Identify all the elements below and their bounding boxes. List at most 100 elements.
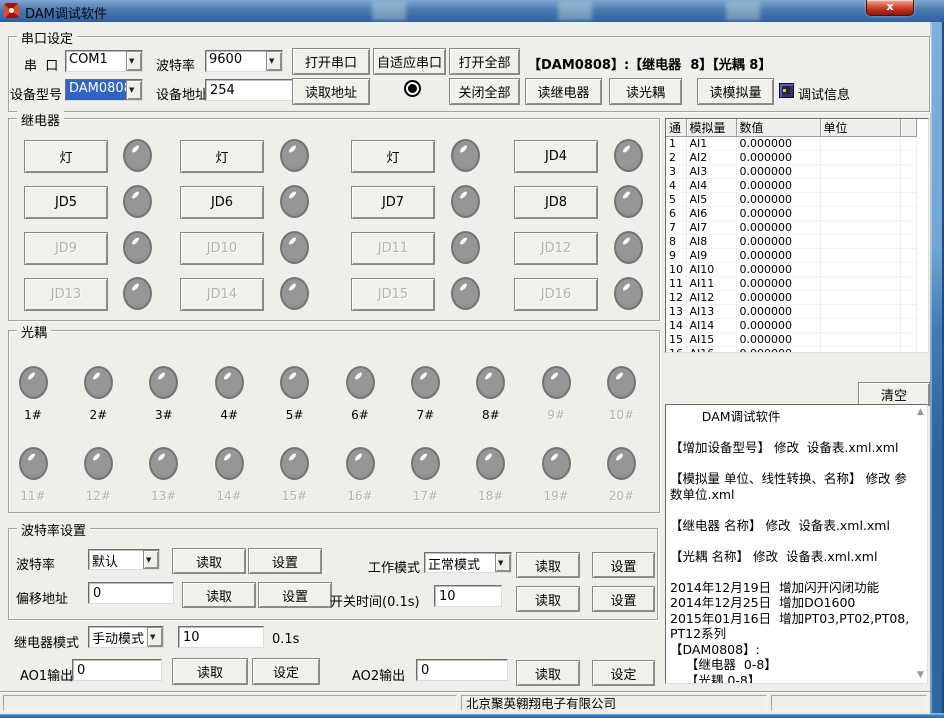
baud-set-button[interactable]: 设置 bbox=[248, 548, 322, 574]
ao1-read-button[interactable]: 读取 bbox=[172, 658, 248, 685]
ao2-set-button[interactable]: 设定 bbox=[592, 660, 655, 686]
analog-col-header-2[interactable]: 数值 bbox=[736, 119, 820, 137]
read-analog-button[interactable]: 读模拟量 bbox=[697, 78, 774, 105]
ao1-input[interactable] bbox=[72, 659, 162, 681]
ao2-read-button[interactable]: 读取 bbox=[516, 660, 580, 686]
table-cell: AI13 bbox=[686, 305, 736, 319]
device-address-input[interactable] bbox=[205, 79, 297, 101]
device-model-combo-value: DAM0808 bbox=[66, 80, 126, 100]
table-cell bbox=[820, 235, 900, 249]
auto-adapt-port-button[interactable]: 自适应串口 bbox=[373, 48, 446, 75]
opto-indicator-9 bbox=[542, 366, 571, 399]
chevron-down-icon[interactable] bbox=[143, 550, 159, 569]
work-mode-set-button[interactable]: 设置 bbox=[592, 552, 655, 578]
relay-button-3[interactable]: 灯 bbox=[351, 140, 435, 173]
table-row[interactable]: 9AI90.000000 bbox=[666, 249, 916, 263]
table-row[interactable]: 13AI130.000000 bbox=[666, 305, 916, 319]
debug-info-label[interactable]: 调试信息 bbox=[798, 84, 850, 103]
read-address-button[interactable]: 读取地址 bbox=[292, 78, 370, 105]
offset-address-input[interactable] bbox=[88, 582, 174, 604]
opto-group-title: 光耦 bbox=[17, 322, 51, 341]
relay-button-6[interactable]: JD6 bbox=[180, 186, 264, 219]
relay-button-7[interactable]: JD7 bbox=[351, 186, 435, 219]
relay-button-2[interactable]: 灯 bbox=[180, 140, 264, 173]
relay-button-5[interactable]: JD5 bbox=[24, 186, 108, 219]
opto-label-5: 5# bbox=[273, 408, 317, 422]
analog-col-header-4[interactable] bbox=[900, 119, 916, 137]
table-cell: 13 bbox=[666, 305, 686, 319]
table-row[interactable]: 5AI50.000000 bbox=[666, 193, 916, 207]
baudrate-combo[interactable]: 9600 bbox=[205, 50, 283, 72]
scroll-up-icon[interactable] bbox=[915, 407, 926, 418]
port-combo[interactable]: COM1 bbox=[65, 50, 143, 72]
relay-button-8[interactable]: JD8 bbox=[514, 186, 598, 219]
table-cell: 11 bbox=[666, 277, 686, 291]
baud-settings-group-title: 波特率设置 bbox=[17, 520, 90, 539]
work-mode-read-button[interactable]: 读取 bbox=[516, 552, 580, 578]
analog-table[interactable]: 通模拟量数值单位 1AI10.0000002AI20.0000003AI30.0… bbox=[666, 119, 917, 353]
opto-indicator-12 bbox=[84, 447, 113, 480]
switch-time-input[interactable] bbox=[434, 585, 502, 607]
table-cell: 2 bbox=[666, 151, 686, 165]
table-cell bbox=[820, 221, 900, 235]
opto-label-1: 1# bbox=[11, 408, 55, 422]
table-row[interactable]: 16AI160.000000 bbox=[666, 347, 916, 354]
table-row[interactable]: 1AI10.000000 bbox=[666, 137, 916, 151]
table-row[interactable]: 11AI110.000000 bbox=[666, 277, 916, 291]
table-cell: AI16 bbox=[686, 347, 736, 354]
table-row[interactable]: 12AI120.000000 bbox=[666, 291, 916, 305]
device-model-combo[interactable]: DAM0808 bbox=[65, 79, 143, 101]
open-port-button[interactable]: 打开串口 bbox=[292, 48, 370, 75]
chevron-down-icon[interactable] bbox=[126, 51, 142, 71]
opto-label-20: 20# bbox=[600, 489, 644, 503]
relay-button-4[interactable]: JD4 bbox=[514, 140, 598, 173]
clear-button[interactable]: 清空 bbox=[858, 382, 930, 406]
chevron-down-icon[interactable] bbox=[147, 627, 163, 647]
offset-set-button[interactable]: 设置 bbox=[258, 582, 332, 608]
table-cell: 14 bbox=[666, 319, 686, 333]
table-row[interactable]: 8AI80.000000 bbox=[666, 235, 916, 249]
work-mode-combo[interactable]: 正常模式 bbox=[424, 552, 512, 573]
chevron-down-icon[interactable] bbox=[126, 80, 142, 100]
table-row[interactable]: 15AI150.000000 bbox=[666, 333, 916, 347]
relay-indicator-7 bbox=[451, 185, 480, 218]
relay-mode-combo[interactable]: 手动模式 bbox=[88, 626, 164, 648]
scroll-down-icon[interactable] bbox=[915, 670, 926, 681]
read-relay-button[interactable]: 读继电器 bbox=[525, 78, 602, 105]
table-cell: AI12 bbox=[686, 291, 736, 305]
analog-col-header-3[interactable]: 单位 bbox=[820, 119, 900, 137]
open-all-button[interactable]: 打开全部 bbox=[449, 48, 520, 75]
read-opto-button[interactable]: 读光耦 bbox=[609, 78, 682, 105]
baud2-combo[interactable]: 默认 bbox=[88, 549, 160, 570]
close-button[interactable]: x bbox=[866, 0, 914, 16]
table-row[interactable]: 10AI100.000000 bbox=[666, 263, 916, 277]
app-logo-icon bbox=[4, 3, 19, 18]
chevron-down-icon[interactable] bbox=[495, 553, 511, 572]
chevron-down-icon[interactable] bbox=[266, 51, 282, 71]
analog-col-header-0[interactable]: 通 bbox=[666, 119, 686, 137]
relay-time-input[interactable] bbox=[178, 626, 264, 648]
table-row[interactable]: 14AI140.000000 bbox=[666, 319, 916, 333]
analog-col-header-1[interactable]: 模拟量 bbox=[686, 119, 736, 137]
table-cell: 0.000000 bbox=[736, 221, 820, 235]
relay-button-1[interactable]: 灯 bbox=[24, 140, 108, 173]
table-row[interactable]: 6AI60.000000 bbox=[666, 207, 916, 221]
table-row[interactable]: 4AI40.000000 bbox=[666, 179, 916, 193]
baud-read-button[interactable]: 读取 bbox=[172, 548, 246, 574]
offset-read-button[interactable]: 读取 bbox=[182, 582, 256, 608]
relay-indicator-6 bbox=[280, 185, 309, 218]
table-cell bbox=[820, 249, 900, 263]
opto-indicator-16 bbox=[346, 447, 375, 480]
switch-time-set-button[interactable]: 设置 bbox=[592, 586, 655, 612]
switch-time-read-button[interactable]: 读取 bbox=[516, 586, 580, 612]
log-panel[interactable]: DAM调试软件 【增加设备型号】 修改 设备表.xml.xml 【模拟量 单位、… bbox=[665, 404, 928, 684]
table-row[interactable]: 7AI70.000000 bbox=[666, 221, 916, 235]
ao1-set-button[interactable]: 设定 bbox=[252, 658, 320, 685]
table-row[interactable]: 3AI30.000000 bbox=[666, 165, 916, 179]
close-all-button[interactable]: 关闭全部 bbox=[449, 78, 520, 105]
status-cell-company: 北京聚英翱翔电子有限公司 bbox=[461, 695, 767, 711]
table-row[interactable]: 2AI20.000000 bbox=[666, 151, 916, 165]
relay-button-13: JD13 bbox=[24, 278, 108, 311]
table-cell bbox=[820, 165, 900, 179]
ao2-input[interactable] bbox=[416, 659, 508, 681]
